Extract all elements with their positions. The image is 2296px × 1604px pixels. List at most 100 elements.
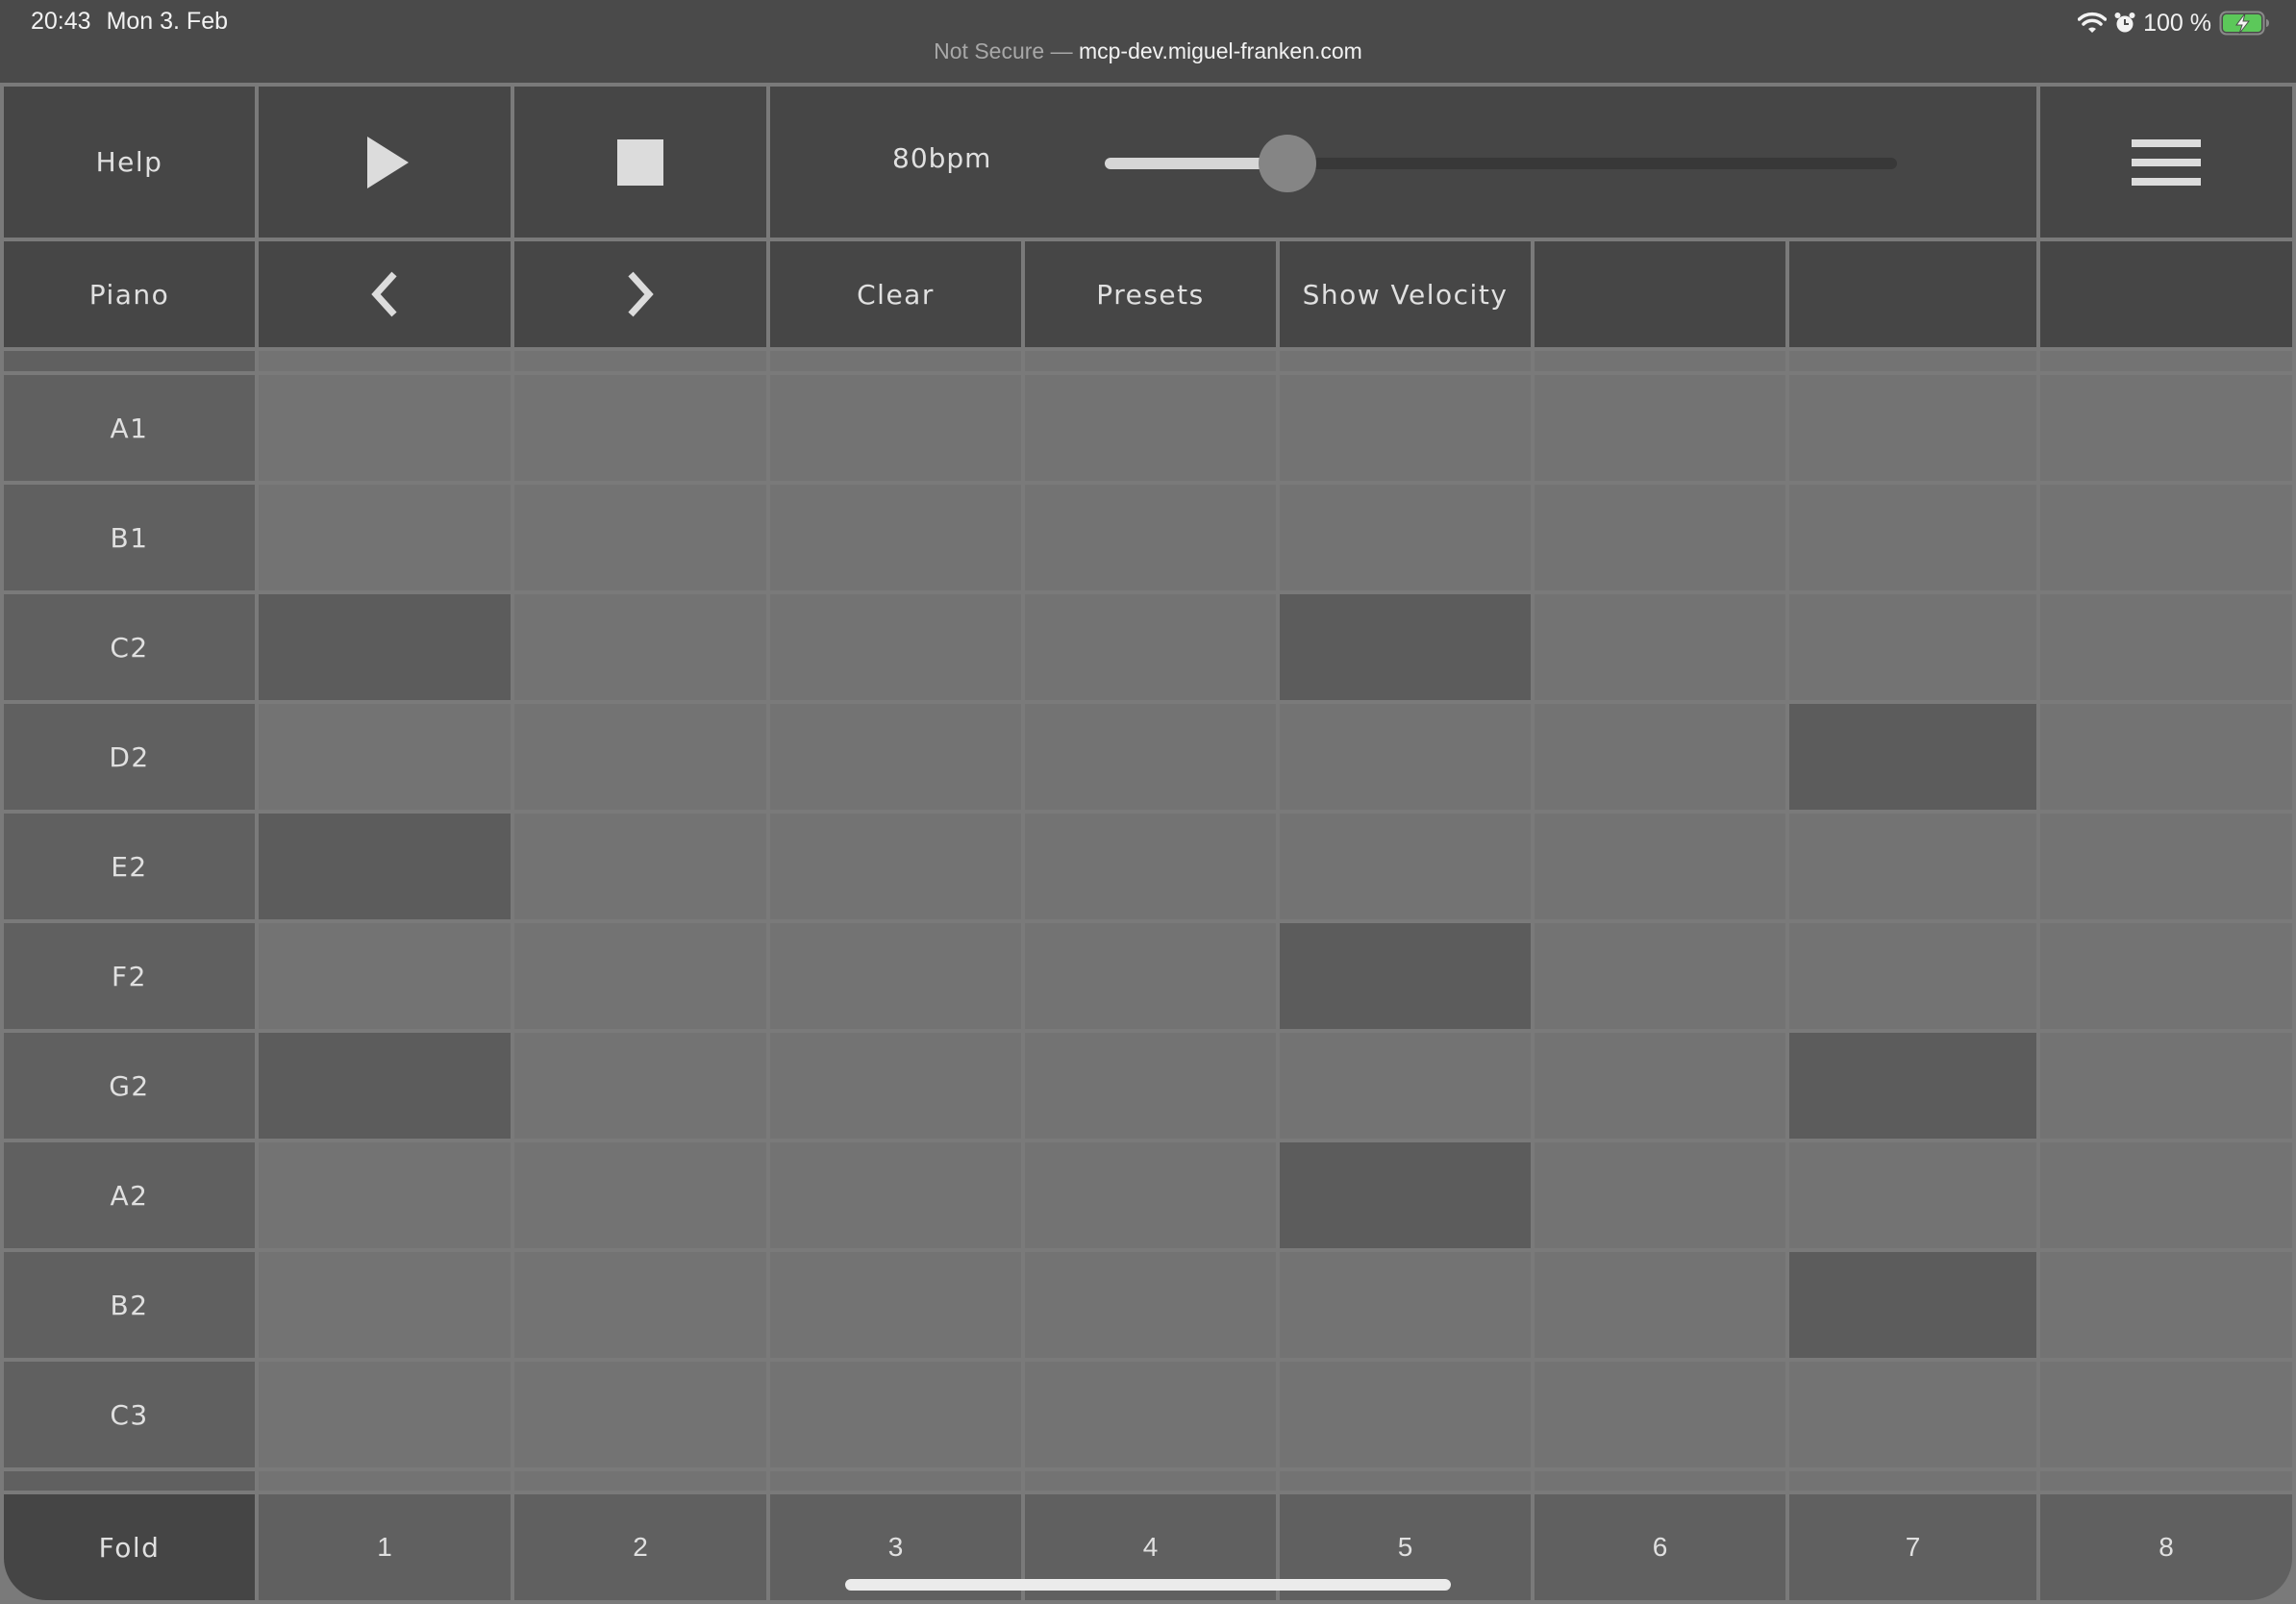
note-label[interactable]: A2 (4, 1142, 255, 1248)
step-cell-peek[interactable] (514, 1471, 766, 1491)
step-cell[interactable] (1789, 485, 2036, 590)
step-cell[interactable] (1535, 1033, 1785, 1139)
step-cell[interactable] (1280, 1252, 1531, 1358)
step-cell[interactable] (514, 814, 766, 919)
play-button[interactable] (259, 87, 511, 238)
note-label[interactable]: A1 (4, 375, 255, 481)
note-label[interactable]: B2 (4, 1252, 255, 1358)
step-cell[interactable] (514, 594, 766, 700)
step-cell[interactable] (1280, 1033, 1531, 1139)
step-cell[interactable] (1025, 375, 1276, 481)
step-cell[interactable] (514, 485, 766, 590)
show-velocity-button[interactable]: Show Velocity (1280, 241, 1531, 347)
step-cell[interactable] (1025, 1252, 1276, 1358)
note-label[interactable]: C2 (4, 594, 255, 700)
step-cell-peek[interactable] (1280, 1471, 1531, 1491)
step-cell[interactable] (1025, 1362, 1276, 1467)
step-cell[interactable] (1280, 375, 1531, 481)
step-cell[interactable] (259, 375, 511, 481)
step-cell-active[interactable] (1789, 1252, 2036, 1358)
step-cell-active[interactable] (1280, 1142, 1531, 1248)
step-cell[interactable] (1280, 485, 1531, 590)
step-cell[interactable] (1280, 814, 1531, 919)
note-label[interactable]: B1 (4, 485, 255, 590)
step-cell[interactable] (259, 923, 511, 1029)
step-cell[interactable] (259, 1252, 511, 1358)
step-cell-peek[interactable] (1280, 351, 1531, 371)
step-cell-active[interactable] (1789, 1033, 2036, 1139)
step-cell[interactable] (1280, 1362, 1531, 1467)
step-cell[interactable] (770, 1142, 1021, 1248)
step-cell[interactable] (770, 704, 1021, 810)
note-label[interactable]: G2 (4, 1033, 255, 1139)
step-cell[interactable] (514, 1033, 766, 1139)
step-cell[interactable] (770, 594, 1021, 700)
step-cell[interactable] (770, 485, 1021, 590)
instrument-button[interactable]: Piano (4, 241, 255, 347)
step-cell-peek[interactable] (1789, 1471, 2036, 1491)
step-cell-peek[interactable] (259, 1471, 511, 1491)
step-cell[interactable] (1535, 1252, 1785, 1358)
step-cell-active[interactable] (259, 1033, 511, 1139)
step-cell[interactable] (2040, 594, 2292, 700)
step-cell-peek[interactable] (1535, 351, 1785, 371)
step-cell[interactable] (1535, 814, 1785, 919)
step-cell[interactable] (1535, 594, 1785, 700)
step-cell[interactable] (514, 375, 766, 481)
step-cell[interactable] (514, 1142, 766, 1248)
fold-button[interactable]: Fold (4, 1494, 255, 1600)
home-indicator[interactable] (845, 1579, 1451, 1591)
previous-page-button[interactable] (259, 241, 511, 347)
step-cell[interactable] (770, 923, 1021, 1029)
step-cell[interactable] (2040, 704, 2292, 810)
note-label[interactable]: D2 (4, 704, 255, 810)
step-cell[interactable] (1535, 923, 1785, 1029)
note-label[interactable]: E2 (4, 814, 255, 919)
step-cell[interactable] (2040, 1252, 2292, 1358)
step-cell[interactable] (1025, 594, 1276, 700)
step-cell[interactable] (1535, 375, 1785, 481)
step-cell-active[interactable] (259, 814, 511, 919)
step-cell-active[interactable] (1280, 923, 1531, 1029)
note-label[interactable]: C3 (4, 1362, 255, 1467)
step-cell[interactable] (770, 1033, 1021, 1139)
step-cell[interactable] (2040, 923, 2292, 1029)
step-cell[interactable] (1535, 704, 1785, 810)
step-cell[interactable] (1535, 485, 1785, 590)
step-cell[interactable] (259, 485, 511, 590)
step-cell[interactable] (1025, 923, 1276, 1029)
tempo-slider-knob[interactable] (1258, 135, 1316, 192)
step-cell[interactable] (1025, 704, 1276, 810)
step-cell[interactable] (770, 814, 1021, 919)
step-cell-active[interactable] (1280, 594, 1531, 700)
step-cell-peek[interactable] (1025, 351, 1276, 371)
empty-button-1[interactable] (1535, 241, 1785, 347)
step-cell-active[interactable] (1789, 704, 2036, 810)
step-cell[interactable] (770, 375, 1021, 481)
step-cell[interactable] (2040, 1362, 2292, 1467)
step-cell-peek[interactable] (1535, 1471, 1785, 1491)
step-cell[interactable] (1789, 1362, 2036, 1467)
step-cell-peek[interactable] (770, 1471, 1021, 1491)
step-cell[interactable] (2040, 1142, 2292, 1248)
step-cell[interactable] (259, 1362, 511, 1467)
step-cell[interactable] (1535, 1362, 1785, 1467)
step-cell[interactable] (2040, 1033, 2292, 1139)
step-cell[interactable] (1789, 814, 2036, 919)
tempo-slider[interactable] (1105, 135, 1897, 192)
step-cell[interactable] (514, 704, 766, 810)
presets-button[interactable]: Presets (1025, 241, 1276, 347)
step-cell[interactable] (1025, 814, 1276, 919)
step-cell-active[interactable] (259, 594, 511, 700)
step-cell[interactable] (1535, 1142, 1785, 1248)
step-cell[interactable] (1789, 375, 2036, 481)
step-cell[interactable] (514, 1252, 766, 1358)
step-cell[interactable] (514, 923, 766, 1029)
step-cell[interactable] (1789, 594, 2036, 700)
step-cell[interactable] (1789, 923, 2036, 1029)
next-page-button[interactable] (514, 241, 766, 347)
step-cell-peek[interactable] (259, 351, 511, 371)
empty-button-2[interactable] (1789, 241, 2036, 347)
step-cell[interactable] (1789, 1142, 2036, 1248)
step-cell-peek[interactable] (770, 351, 1021, 371)
